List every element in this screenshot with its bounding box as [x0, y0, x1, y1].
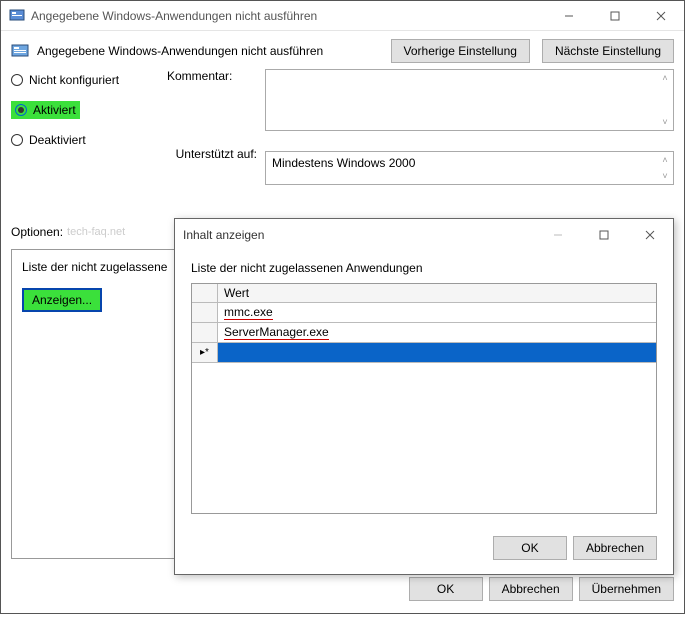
scrollbar[interactable]: ˄ ˅	[658, 153, 672, 183]
child-window-title: Inhalt anzeigen	[183, 228, 535, 242]
chevron-down-icon[interactable]: ˅	[658, 115, 672, 129]
policy-icon	[11, 42, 29, 60]
close-button[interactable]	[638, 1, 684, 31]
child-cancel-button[interactable]: Abbrechen	[573, 536, 657, 560]
child-titlebar: Inhalt anzeigen	[175, 219, 673, 251]
cell-value[interactable]: mmc.exe	[224, 305, 273, 320]
cell-value[interactable]: ServerManager.exe	[224, 325, 329, 340]
scrollbar[interactable]: ˄ ˅	[658, 71, 672, 129]
watermark-text: tech-faq.net	[67, 226, 125, 238]
child-footer: OK Abbrechen	[175, 526, 673, 574]
radio-label: Deaktiviert	[29, 133, 86, 147]
supported-label: Unterstützt auf:	[167, 147, 257, 185]
row-header	[192, 303, 218, 322]
child-ok-button[interactable]: OK	[493, 536, 567, 560]
grid-row[interactable]: ServerManager.exe	[192, 323, 656, 343]
value-grid[interactable]: Wert mmc.exe ServerManager.exe ▸*	[191, 283, 657, 514]
next-setting-button[interactable]: Nächste Einstellung	[542, 39, 674, 63]
grid-row[interactable]: mmc.exe	[192, 303, 656, 323]
supported-on-value: Mindestens Windows 2000	[272, 156, 415, 170]
grid-cell: mmc.exe	[218, 303, 656, 322]
grid-corner	[192, 284, 218, 302]
new-row-marker: ▸*	[192, 343, 218, 362]
chevron-up-icon[interactable]: ˄	[658, 71, 672, 85]
grid-cell-new[interactable]	[218, 343, 656, 362]
radio-group: Nicht konfiguriert Aktiviert Deaktiviert	[11, 69, 151, 185]
radio-disabled[interactable]: Deaktiviert	[11, 133, 151, 147]
chevron-up-icon[interactable]: ˄	[658, 153, 672, 167]
radio-enabled[interactable]: Aktiviert	[11, 101, 80, 119]
close-button[interactable]	[627, 220, 673, 250]
child-subtitle: Liste der nicht zugelassenen Anwendungen	[191, 261, 657, 275]
grid-row-new[interactable]: ▸*	[192, 343, 656, 363]
minimize-button[interactable]	[546, 1, 592, 31]
grid-column-header[interactable]: Wert	[218, 284, 656, 302]
previous-setting-button[interactable]: Vorherige Einstellung	[391, 39, 530, 63]
ok-button[interactable]: OK	[409, 577, 483, 601]
apply-button[interactable]: Übernehmen	[579, 577, 674, 601]
minimize-button[interactable]	[535, 220, 581, 250]
radio-label: Aktiviert	[33, 103, 76, 117]
chevron-down-icon[interactable]: ˅	[658, 169, 672, 183]
row-header	[192, 323, 218, 342]
show-contents-dialog: Inhalt anzeigen Liste der nicht zugelass…	[174, 218, 674, 575]
cancel-button[interactable]: Abbrechen	[489, 577, 573, 601]
maximize-button[interactable]	[592, 1, 638, 31]
app-icon	[9, 8, 25, 24]
radio-label: Nicht konfiguriert	[29, 73, 119, 87]
show-list-button[interactable]: Anzeigen...	[22, 288, 102, 312]
options-label: Optionen:	[11, 225, 63, 239]
policy-heading: Angegebene Windows-Anwendungen nicht aus…	[37, 44, 379, 58]
supported-on-box: Mindestens Windows 2000	[265, 151, 674, 185]
main-footer: OK Abbrechen Übernehmen	[1, 569, 684, 613]
main-window-title: Angegebene Windows-Anwendungen nicht aus…	[31, 9, 546, 23]
radio-not-configured[interactable]: Nicht konfiguriert	[11, 73, 151, 87]
comment-textarea[interactable]	[265, 69, 674, 131]
comment-label: Kommentar:	[167, 69, 257, 131]
grid-empty-area	[192, 363, 656, 513]
main-titlebar: Angegebene Windows-Anwendungen nicht aus…	[1, 1, 684, 31]
grid-cell: ServerManager.exe	[218, 323, 656, 342]
maximize-button[interactable]	[581, 220, 627, 250]
